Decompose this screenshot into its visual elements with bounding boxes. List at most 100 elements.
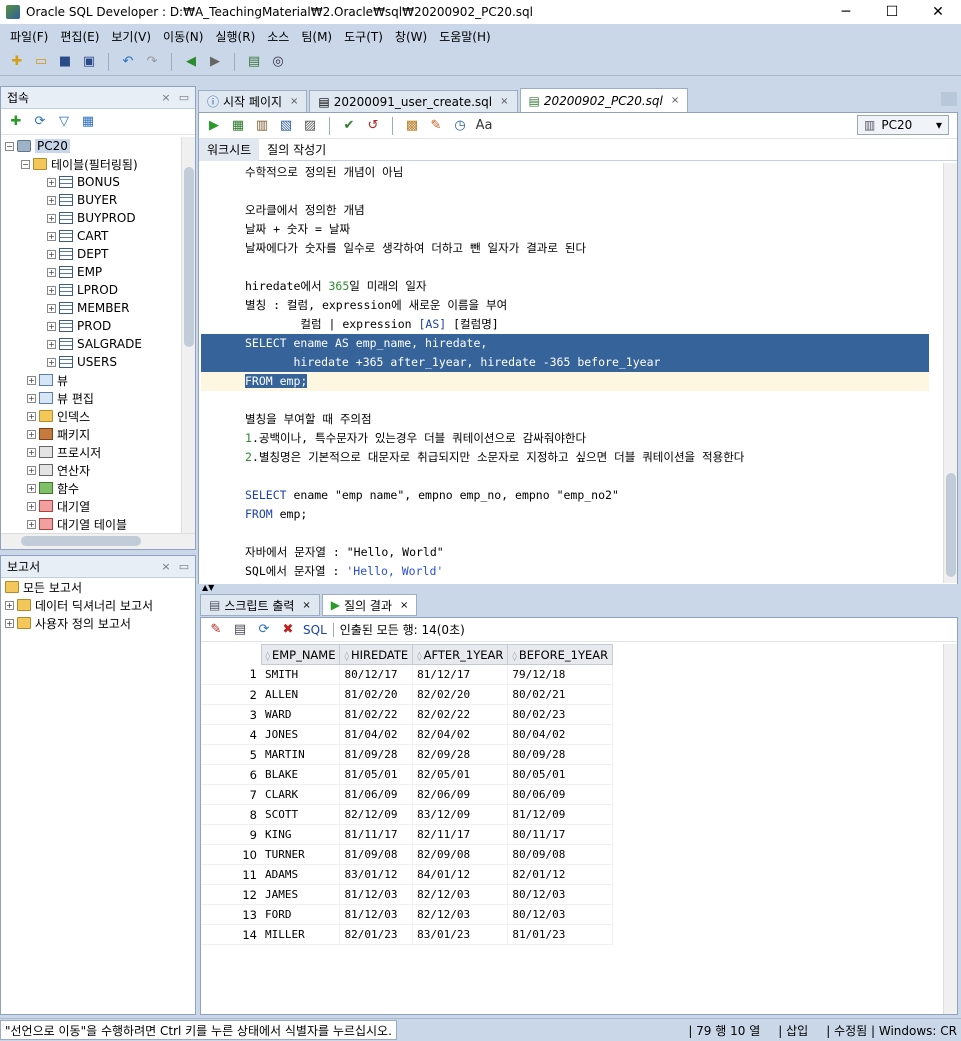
column-header[interactable]: ◊ EMP_NAME [260, 644, 341, 665]
expand-icon[interactable]: + [27, 447, 36, 457]
table-cell[interactable]: JAMES [261, 884, 341, 905]
table-cell[interactable]: 80/04/02 [507, 724, 614, 745]
table-row[interactable]: 12 JAMES 81/12/03 82/12/03 80/12/03 [201, 884, 614, 905]
run-statement-icon[interactable]: ▶ [205, 117, 223, 135]
expand-icon[interactable]: + [47, 285, 56, 295]
sql-tuning-icon[interactable]: ▨ [301, 117, 319, 135]
table-cell[interactable]: 82/01/23 [339, 924, 414, 945]
tree-node-folder[interactable]: + 대기열 테이블 [1, 515, 181, 533]
tree-node-folder[interactable]: + 인덱스 [1, 407, 181, 425]
expand-icon[interactable]: + [5, 618, 14, 628]
close-icon[interactable]: × [400, 600, 408, 611]
expand-icon[interactable]: + [5, 600, 14, 610]
close-icon[interactable]: × [671, 95, 679, 106]
editor-vertical-scrollbar[interactable] [943, 163, 957, 583]
menu-window[interactable]: 창(W) [389, 28, 433, 45]
scroll-thumb[interactable] [21, 536, 141, 546]
explain-plan-icon[interactable]: ▥ [253, 117, 271, 135]
clear-icon[interactable]: ✎ [427, 117, 445, 135]
code-line[interactable]: 1.공백이나, 특수문자가 있는경우 더블 쿼테이션으로 감싸줘야한다 [201, 429, 929, 448]
menu-team[interactable]: 팀(M) [295, 28, 338, 45]
table-cell[interactable]: 82/09/08 [412, 844, 509, 865]
table-cell[interactable]: 80/02/23 [507, 704, 614, 725]
table-row[interactable]: 8 SCOTT 82/12/09 83/12/09 81/12/09 [201, 804, 614, 825]
expand-icon[interactable]: + [47, 195, 56, 205]
menu-view[interactable]: 보기(V) [105, 28, 157, 45]
table-cell[interactable]: ALLEN [261, 684, 341, 705]
table-cell[interactable]: 80/06/09 [507, 784, 614, 805]
refresh-icon[interactable]: ⟳ [255, 621, 273, 639]
expand-icon[interactable]: + [47, 177, 56, 187]
table-row[interactable]: 7 CLARK 81/06/09 82/06/09 80/06/09 [201, 784, 614, 805]
table-cell[interactable]: 82/01/12 [507, 864, 614, 885]
table-cell[interactable]: 83/12/09 [412, 804, 509, 825]
save-icon[interactable]: ■ [56, 53, 74, 71]
maximize-button[interactable]: ☐ [869, 0, 915, 24]
tree-horizontal-scrollbar[interactable] [1, 533, 195, 549]
tree-node-table[interactable]: + SALGRADE [1, 335, 181, 353]
menu-navigate[interactable]: 이동(N) [157, 28, 209, 45]
code-line[interactable]: 날짜 + 숫자 = 날짜 [201, 220, 929, 239]
tab-script-output[interactable]: ▤ 스크립트 출력 × [200, 594, 320, 616]
expand-icon[interactable]: + [47, 231, 56, 241]
code-line[interactable] [201, 524, 929, 543]
expand-icon[interactable]: + [27, 411, 36, 421]
tree-node-folder[interactable]: + 연산자 [1, 461, 181, 479]
format-icon[interactable]: Aa [475, 117, 493, 135]
open-folder-icon[interactable]: ▭ [32, 53, 50, 71]
table-cell[interactable]: 79/12/18 [507, 664, 614, 685]
binoculars-icon[interactable]: ◎ [269, 53, 287, 71]
tree-node-folder[interactable]: + 패키지 [1, 425, 181, 443]
column-header[interactable]: ◊ AFTER_1YEAR [412, 644, 509, 665]
commit-icon[interactable]: ✔ [340, 117, 358, 135]
expand-icon[interactable]: + [47, 321, 56, 331]
table-row[interactable]: 4 JONES 81/04/02 82/04/02 80/04/02 [201, 724, 614, 745]
tab-start-page[interactable]: ⓘ 시작 페이지 × [198, 90, 308, 112]
new-file-icon[interactable]: ✚ [8, 53, 26, 71]
code-line[interactable]: 자바에서 문자열 : "Hello, World" [201, 543, 929, 562]
results-vertical-scrollbar[interactable] [943, 644, 957, 1014]
table-cell[interactable]: CLARK [261, 784, 341, 805]
table-cell[interactable]: 81/05/01 [339, 764, 414, 785]
tree-node-connection[interactable]: − PC20 [1, 137, 181, 155]
table-cell[interactable]: MILLER [261, 924, 341, 945]
filter-icon[interactable]: ▽ [55, 113, 73, 131]
cancel-query-icon[interactable]: ✖ [279, 621, 297, 639]
tree-node-table[interactable]: + CART [1, 227, 181, 245]
table-cell[interactable]: 83/01/12 [339, 864, 414, 885]
menu-run[interactable]: 실행(R) [209, 28, 261, 45]
table-cell[interactable]: 81/02/22 [339, 704, 414, 725]
table-cell[interactable]: 80/11/17 [507, 824, 614, 845]
table-cell[interactable]: 82/02/22 [412, 704, 509, 725]
table-cell[interactable]: MARTIN [261, 744, 341, 765]
minimize-panel-icon[interactable]: ▭ [177, 91, 191, 104]
split-handle[interactable]: ▲▼ [198, 584, 958, 592]
tree-vertical-scrollbar[interactable] [181, 137, 195, 533]
table-cell[interactable]: 80/05/01 [507, 764, 614, 785]
tab-query-result[interactable]: ▶ 질의 결과 × [321, 594, 418, 616]
table-cell[interactable]: 82/12/09 [339, 804, 414, 825]
menu-help[interactable]: 도움말(H) [433, 28, 497, 45]
code-line[interactable]: 컬럼 | expression [AS] [컬럼명] [201, 315, 929, 334]
table-cell[interactable]: 81/12/09 [507, 804, 614, 825]
tab-user-create[interactable]: ▤ 20200091_user_create.sql × [309, 90, 518, 112]
expand-icon[interactable]: + [47, 303, 56, 313]
close-button[interactable]: ✕ [915, 0, 961, 24]
tab-pc20-sql[interactable]: ▤ 20200902_PC20.sql × [519, 88, 689, 112]
code-line[interactable] [201, 467, 929, 486]
table-cell[interactable]: 82/12/03 [412, 904, 509, 925]
expand-icon[interactable]: + [27, 375, 36, 385]
table-cell[interactable]: 81/12/03 [339, 884, 414, 905]
table-cell[interactable]: 82/02/20 [412, 684, 509, 705]
column-header[interactable]: ◊ HIREDATE [339, 644, 414, 665]
table-cell[interactable]: KING [261, 824, 341, 845]
code-line[interactable] [201, 182, 929, 201]
expand-icon[interactable]: + [27, 519, 36, 529]
autotrace-icon[interactable]: ▧ [277, 117, 295, 135]
scroll-thumb[interactable] [946, 473, 956, 577]
table-cell[interactable]: 81/11/17 [339, 824, 414, 845]
refresh-icon[interactable]: ⟳ [31, 113, 49, 131]
table-row[interactable]: 6 BLAKE 81/05/01 82/05/01 80/05/01 [201, 764, 614, 785]
close-icon[interactable]: × [302, 600, 310, 611]
expand-icon[interactable]: + [47, 213, 56, 223]
